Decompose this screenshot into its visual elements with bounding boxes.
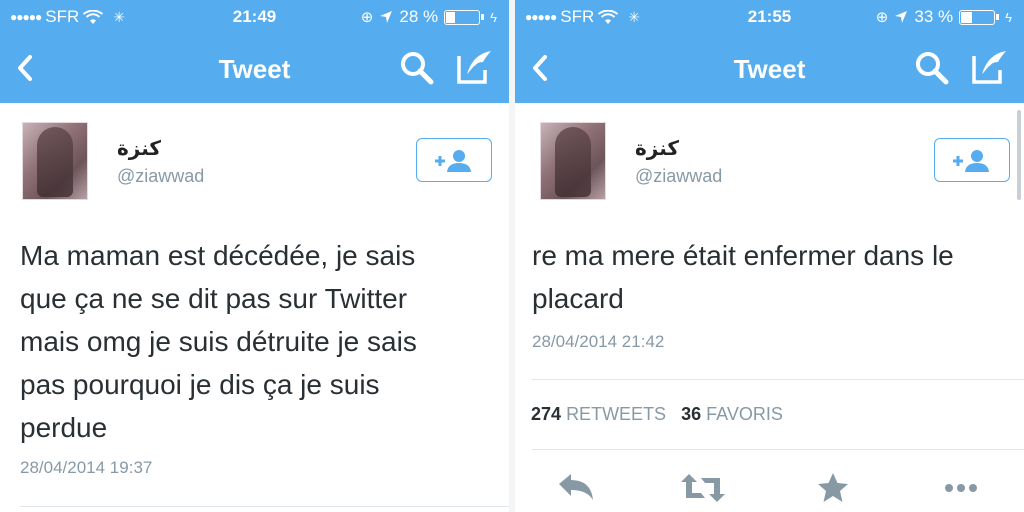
favorites-count[interactable]: 36	[681, 404, 701, 424]
battery-tip	[996, 14, 1000, 20]
search-button[interactable]	[914, 50, 950, 86]
tweet-screen-left: ●●●●● SFR ✳ 21:49 ⊕ 28 % ϟ Tweet كنزة @z…	[0, 0, 509, 512]
battery-icon	[444, 9, 481, 25]
rotation-lock-icon: ⊕	[360, 9, 374, 26]
charging-icon: ϟ	[1005, 9, 1012, 25]
avatar[interactable]	[22, 122, 88, 200]
navigation-bar: ●●●●● SFR ✳ 21:55 ⊕ 33 % ϟ Tweet	[515, 0, 1024, 103]
favorite-button[interactable]	[811, 470, 855, 506]
tweet-line: mais omg je suis détruite je sais	[20, 326, 417, 357]
location-icon	[380, 11, 393, 23]
battery-level	[961, 11, 972, 23]
author-handle: @ziawwad	[635, 166, 723, 186]
divider	[532, 449, 1024, 450]
charging-icon: ϟ	[490, 9, 497, 25]
status-bar: ●●●●● SFR ✳ 21:49 ⊕ 28 % ϟ	[0, 0, 509, 34]
tweet-line: que ça ne se dit pas sur Twitter	[20, 283, 408, 314]
follow-user-icon	[953, 150, 989, 172]
retweets-count[interactable]: 274	[531, 404, 561, 424]
author-handle: @ziawwad	[117, 166, 205, 186]
author-name: كنزة	[117, 138, 162, 160]
search-button[interactable]	[399, 50, 435, 86]
more-icon	[945, 484, 977, 492]
tweet-screen-right: ●●●●● SFR ✳ 21:55 ⊕ 33 % ϟ Tweet كنزة @z…	[515, 0, 1024, 512]
tweet-line: re ma mere était enfermer dans le	[532, 240, 954, 271]
retweet-button[interactable]	[679, 470, 725, 506]
navigation-bar: ●●●●● SFR ✳ 21:49 ⊕ 28 % ϟ Tweet	[0, 0, 509, 103]
battery-icon	[959, 9, 996, 25]
compose-icon	[457, 51, 491, 84]
tweet-text: re ma mere était enfermer dans le placar…	[532, 234, 1002, 320]
battery-level	[446, 11, 456, 23]
battery-tip	[481, 14, 485, 20]
favorite-star-icon	[818, 473, 848, 502]
favorites-label[interactable]: FAVORIS	[706, 404, 783, 424]
tweet-timestamp: 28/04/2014 19:37	[20, 458, 153, 477]
follow-button[interactable]	[416, 138, 492, 182]
location-icon	[895, 11, 908, 23]
tweet-line: Ma maman est décédée, je sais	[20, 240, 416, 271]
tweet-author[interactable]: كنزة @ziawwad	[22, 122, 492, 202]
scrollbar[interactable]	[1017, 110, 1021, 200]
tweet-line: placard	[532, 283, 624, 314]
compose-icon	[972, 51, 1006, 84]
author-name: كنزة	[635, 138, 680, 160]
compose-button[interactable]	[455, 48, 495, 86]
rotation-lock-icon: ⊕	[875, 9, 889, 26]
status-bar: ●●●●● SFR ✳ 21:55 ⊕ 33 % ϟ	[515, 0, 1024, 34]
tweet-stats: 274 RETWEETS 36 FAVORIS	[531, 404, 783, 425]
reply-icon	[559, 474, 593, 500]
follow-user-icon	[435, 150, 471, 172]
follow-button[interactable]	[934, 138, 1010, 182]
avatar[interactable]	[540, 122, 606, 200]
battery-percent: 28 %	[399, 7, 439, 26]
tweet-line: pas pourquoi je dis ça je suis	[20, 369, 380, 400]
divider	[532, 379, 1024, 380]
search-icon	[916, 52, 949, 85]
battery-percent: 33 %	[914, 7, 954, 26]
more-options-button[interactable]	[939, 470, 983, 506]
tweet-text: Ma maman est décédée, je sais que ça ne …	[20, 234, 490, 449]
search-icon	[401, 52, 434, 85]
tweet-actions	[515, 464, 1024, 512]
retweets-label[interactable]: RETWEETS	[566, 404, 666, 424]
reply-button[interactable]	[555, 470, 599, 506]
tweet-author[interactable]: كنزة @ziawwad	[540, 122, 1010, 202]
divider	[20, 506, 509, 507]
compose-button[interactable]	[970, 48, 1010, 86]
tweet-line: perdue	[20, 412, 108, 443]
retweet-icon	[681, 474, 725, 502]
tweet-timestamp: 28/04/2014 21:42	[532, 332, 665, 351]
